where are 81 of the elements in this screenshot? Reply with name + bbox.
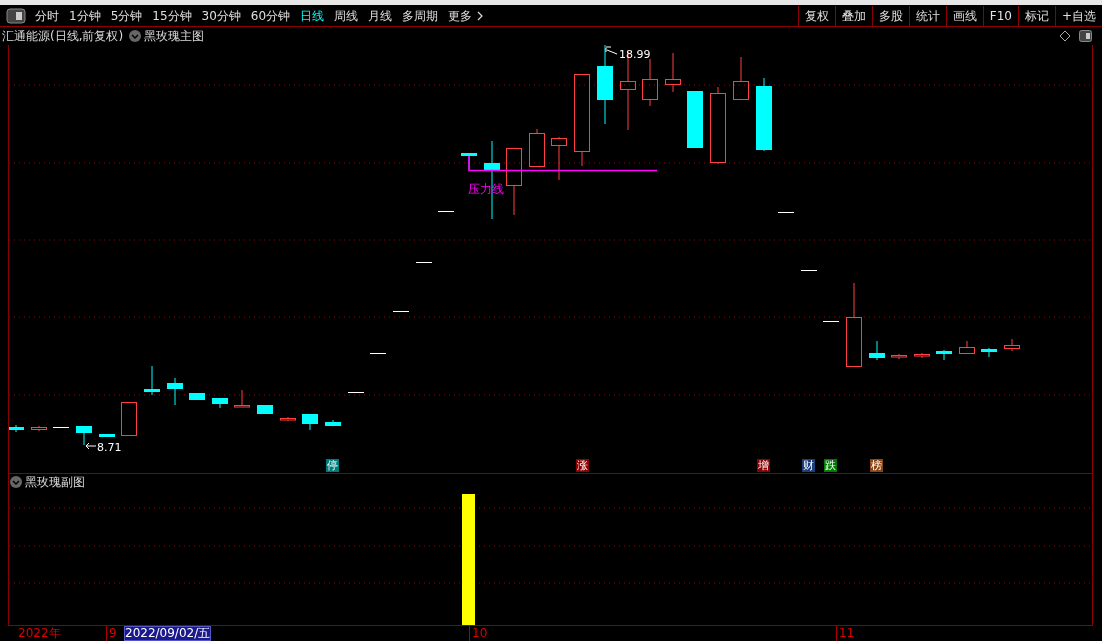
chevron-icon xyxy=(476,10,485,21)
candlestick xyxy=(369,353,387,354)
dropdown-icon[interactable] xyxy=(10,476,22,488)
period-tab[interactable]: 60分钟 xyxy=(245,5,296,26)
candlestick xyxy=(76,426,92,446)
candlestick xyxy=(665,52,681,93)
candlestick xyxy=(959,340,975,354)
low-price-label: 8.71 xyxy=(97,441,122,454)
period-tab[interactable]: 日线 xyxy=(295,5,330,26)
stock-title: 汇通能源(日线,前复权) xyxy=(2,28,124,45)
toolbar-button[interactable]: +自选 xyxy=(1054,5,1102,26)
candlestick xyxy=(437,211,455,212)
candlestick xyxy=(642,58,658,107)
candlestick xyxy=(189,393,205,400)
candlestick xyxy=(891,353,907,360)
period-tab[interactable]: 更多 xyxy=(443,5,490,26)
period-tab[interactable]: 15分钟 xyxy=(147,5,197,26)
toolbar-button[interactable]: 标记 xyxy=(1017,5,1055,26)
candlestick xyxy=(687,91,703,148)
toolbar-button[interactable]: 叠加 xyxy=(834,5,872,26)
candlestick xyxy=(234,389,250,408)
candlestick xyxy=(506,148,522,216)
toolbar-button[interactable]: 多股 xyxy=(871,5,909,26)
candlestick xyxy=(777,212,795,213)
candlestick xyxy=(936,349,952,361)
period-tab[interactable]: 月线 xyxy=(363,5,398,26)
candlestick xyxy=(733,56,749,100)
event-marker[interactable]: 财 xyxy=(802,459,815,472)
candlestick xyxy=(280,416,296,422)
candlestick xyxy=(257,405,273,414)
month-label: 10 xyxy=(469,626,488,641)
indicator-name[interactable]: 黑玫瑰副图 xyxy=(25,473,85,491)
month-label: 9 xyxy=(106,626,117,641)
period-tab[interactable]: 5分钟 xyxy=(105,5,148,26)
candlestick xyxy=(869,340,885,361)
event-marker[interactable]: 增 xyxy=(757,459,770,472)
period-tab[interactable]: 分时 xyxy=(30,5,64,26)
candlestick xyxy=(415,262,433,263)
candlestick xyxy=(1004,338,1020,352)
candlestick xyxy=(800,270,818,271)
candlestick xyxy=(52,427,70,428)
leader-line xyxy=(605,46,618,55)
candlestick xyxy=(31,425,47,432)
month-label: 11 xyxy=(836,626,855,641)
panel-toggle-icon[interactable] xyxy=(6,7,26,24)
resistance-line-label: 压力线 xyxy=(468,182,504,196)
event-marker[interactable]: 榜 xyxy=(870,459,883,472)
candlestick xyxy=(302,414,318,431)
dropdown-icon[interactable] xyxy=(129,30,142,42)
toolbar-button[interactable]: 统计 xyxy=(908,5,946,26)
candlestick xyxy=(822,321,840,322)
high-price-label: 18.99 xyxy=(619,48,651,61)
candlestick xyxy=(914,352,930,359)
year-label: 2022年 xyxy=(18,626,61,641)
candlestick xyxy=(347,392,365,393)
indicator-name[interactable]: 黑玫瑰主图 xyxy=(144,27,205,45)
candlestick xyxy=(551,136,567,181)
toolbar-button[interactable]: 画线 xyxy=(945,5,983,26)
candlestick xyxy=(981,347,997,358)
cursor-date-label: 2022/09/02/五 xyxy=(124,626,212,641)
toolbar-button[interactable]: 复权 xyxy=(797,5,835,26)
candlestick xyxy=(99,434,115,437)
candlestick xyxy=(121,402,137,436)
candlestick xyxy=(392,311,410,312)
candlestick xyxy=(529,128,545,167)
period-tab[interactable]: 多周期 xyxy=(397,5,444,26)
event-marker[interactable]: 涨 xyxy=(576,459,589,472)
diamond-icon[interactable] xyxy=(1059,30,1071,42)
toolbar-button[interactable]: F10 xyxy=(982,5,1018,26)
leader-line xyxy=(85,442,97,450)
event-marker[interactable]: 跌 xyxy=(824,459,837,472)
candlestick xyxy=(325,419,341,426)
event-marker[interactable]: 停 xyxy=(326,459,339,472)
panel-toggle-icon[interactable] xyxy=(1079,30,1092,42)
candlestick xyxy=(144,365,160,396)
candlestick xyxy=(212,398,228,409)
candlestick xyxy=(167,377,183,406)
period-tab[interactable]: 1分钟 xyxy=(64,5,106,26)
candlestick xyxy=(9,424,24,433)
period-tab[interactable]: 周线 xyxy=(329,5,364,26)
period-tab[interactable]: 30分钟 xyxy=(196,5,246,26)
